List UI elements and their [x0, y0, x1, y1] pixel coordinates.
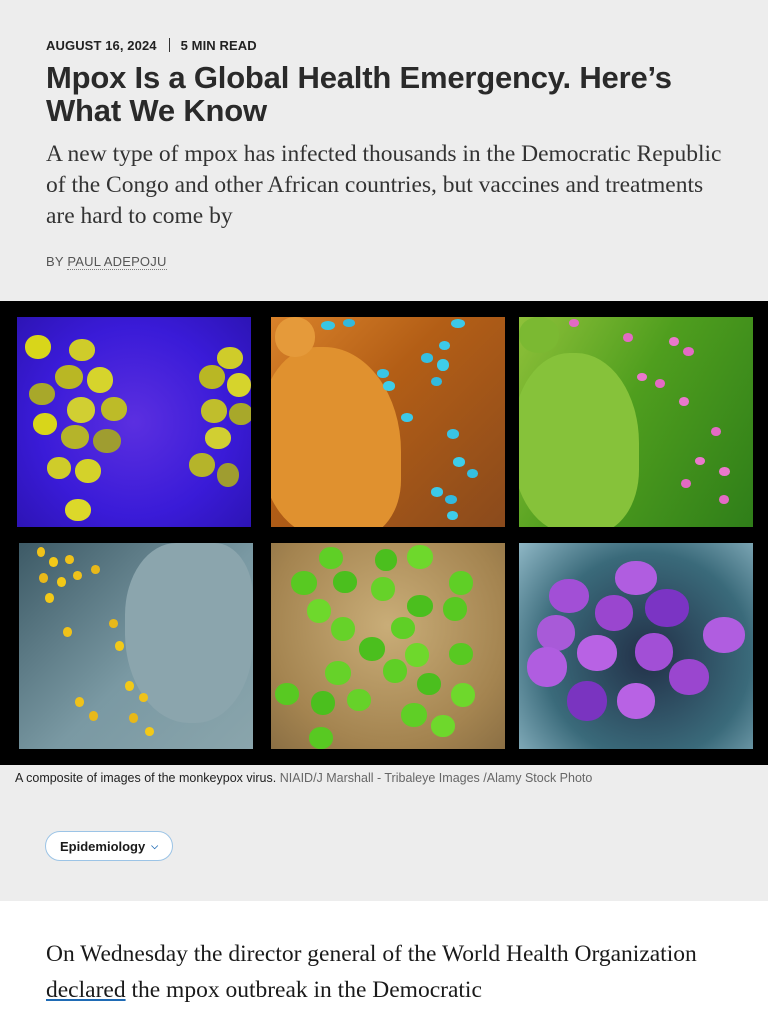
virus-image-tile: [519, 317, 753, 527]
virus-image-tile: [271, 543, 505, 749]
article-body-paragraph: On Wednesday the director general of the…: [46, 936, 726, 1008]
meta-divider: [168, 38, 170, 52]
body-text-end: the mpox outbreak in the Democratic: [125, 977, 482, 1003]
read-time: 5 MIN READ: [180, 37, 257, 53]
photo-credit: NIAID/J Marshall - Tribaleye Images /Ala…: [279, 771, 593, 785]
virus-image-tile: [271, 317, 505, 527]
image-caption: A composite of images of the monkeypox v…: [15, 771, 592, 785]
author-link[interactable]: PAUL ADEPOJU: [67, 254, 167, 270]
article-headline: Mpox Is a Global Health Emergency. Here’…: [46, 60, 672, 128]
article-meta: AUGUST 16, 2024 5 MIN READ: [46, 36, 722, 54]
byline: BY PAUL ADEPOJU: [46, 254, 722, 270]
chevron-down-icon: ⌵: [151, 840, 159, 851]
byline-prefix: BY: [46, 254, 64, 269]
topic-tag-epidemiology[interactable]: Epidemiology ⌵: [45, 831, 174, 861]
virus-image-tile: [17, 317, 251, 527]
virus-image-tile: [19, 543, 253, 749]
body-text-start: On Wednesday the director general of the…: [46, 941, 697, 967]
declared-link[interactable]: declared: [46, 977, 126, 1003]
caption-text: A composite of images of the monkeypox v…: [15, 771, 277, 785]
hero-image: [0, 301, 768, 766]
topic-bar: Epidemiology ⌵: [0, 765, 768, 901]
article-dek: A new type of mpox has infected thousand…: [46, 141, 722, 229]
publish-date: AUGUST 16, 2024: [46, 37, 157, 53]
article-header: AUGUST 16, 2024 5 MIN READ Mpox Is a Glo…: [0, 0, 768, 301]
topic-tag-label: Epidemiology: [60, 838, 146, 854]
virus-image-tile: [519, 543, 753, 749]
